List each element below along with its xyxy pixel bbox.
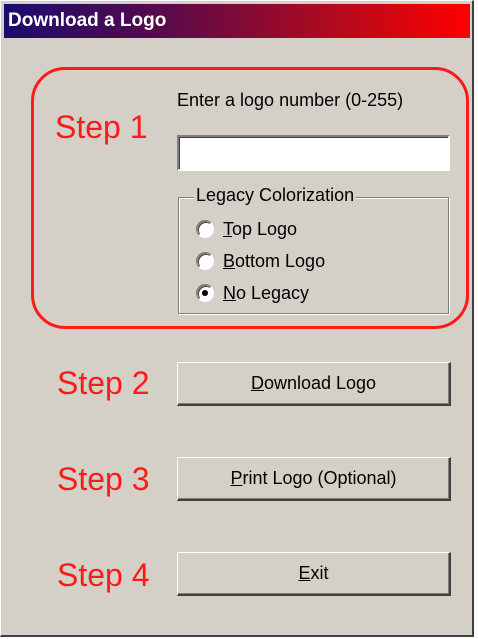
download-logo-button[interactable]: Download Logo xyxy=(177,362,451,406)
logo-number-prompt: Enter a logo number (0-255) xyxy=(177,90,404,110)
radio-top-logo-label[interactable]: Top Logo xyxy=(223,219,297,240)
print-logo-button[interactable]: Print Logo (Optional) xyxy=(177,457,451,501)
title-bar[interactable]: Download a Logo xyxy=(4,4,470,38)
logo-number-input[interactable] xyxy=(179,137,448,169)
step1-label: Step 1 xyxy=(55,109,148,145)
step4-label: Step 4 xyxy=(57,557,150,593)
radio-no-legacy[interactable]: No Legacy xyxy=(196,281,309,305)
radio-bottom-logo-label[interactable]: Bottom Logo xyxy=(223,251,325,272)
step3-label: Step 3 xyxy=(57,461,150,497)
logo-number-field-frame xyxy=(177,135,450,171)
radio-button-checked-icon[interactable] xyxy=(196,284,214,302)
radio-top-logo[interactable]: Top Logo xyxy=(196,217,297,241)
dialog-window: Download a Logo Step 1 Enter a logo numb… xyxy=(0,0,474,637)
legacy-colorization-legend: Legacy Colorization xyxy=(194,185,357,206)
radio-button-icon[interactable] xyxy=(196,220,214,238)
radio-button-icon[interactable] xyxy=(196,252,214,270)
radio-no-legacy-label[interactable]: No Legacy xyxy=(223,283,309,304)
step2-label: Step 2 xyxy=(57,365,150,401)
exit-button[interactable]: Exit xyxy=(177,552,451,596)
radio-bottom-logo[interactable]: Bottom Logo xyxy=(196,249,325,273)
